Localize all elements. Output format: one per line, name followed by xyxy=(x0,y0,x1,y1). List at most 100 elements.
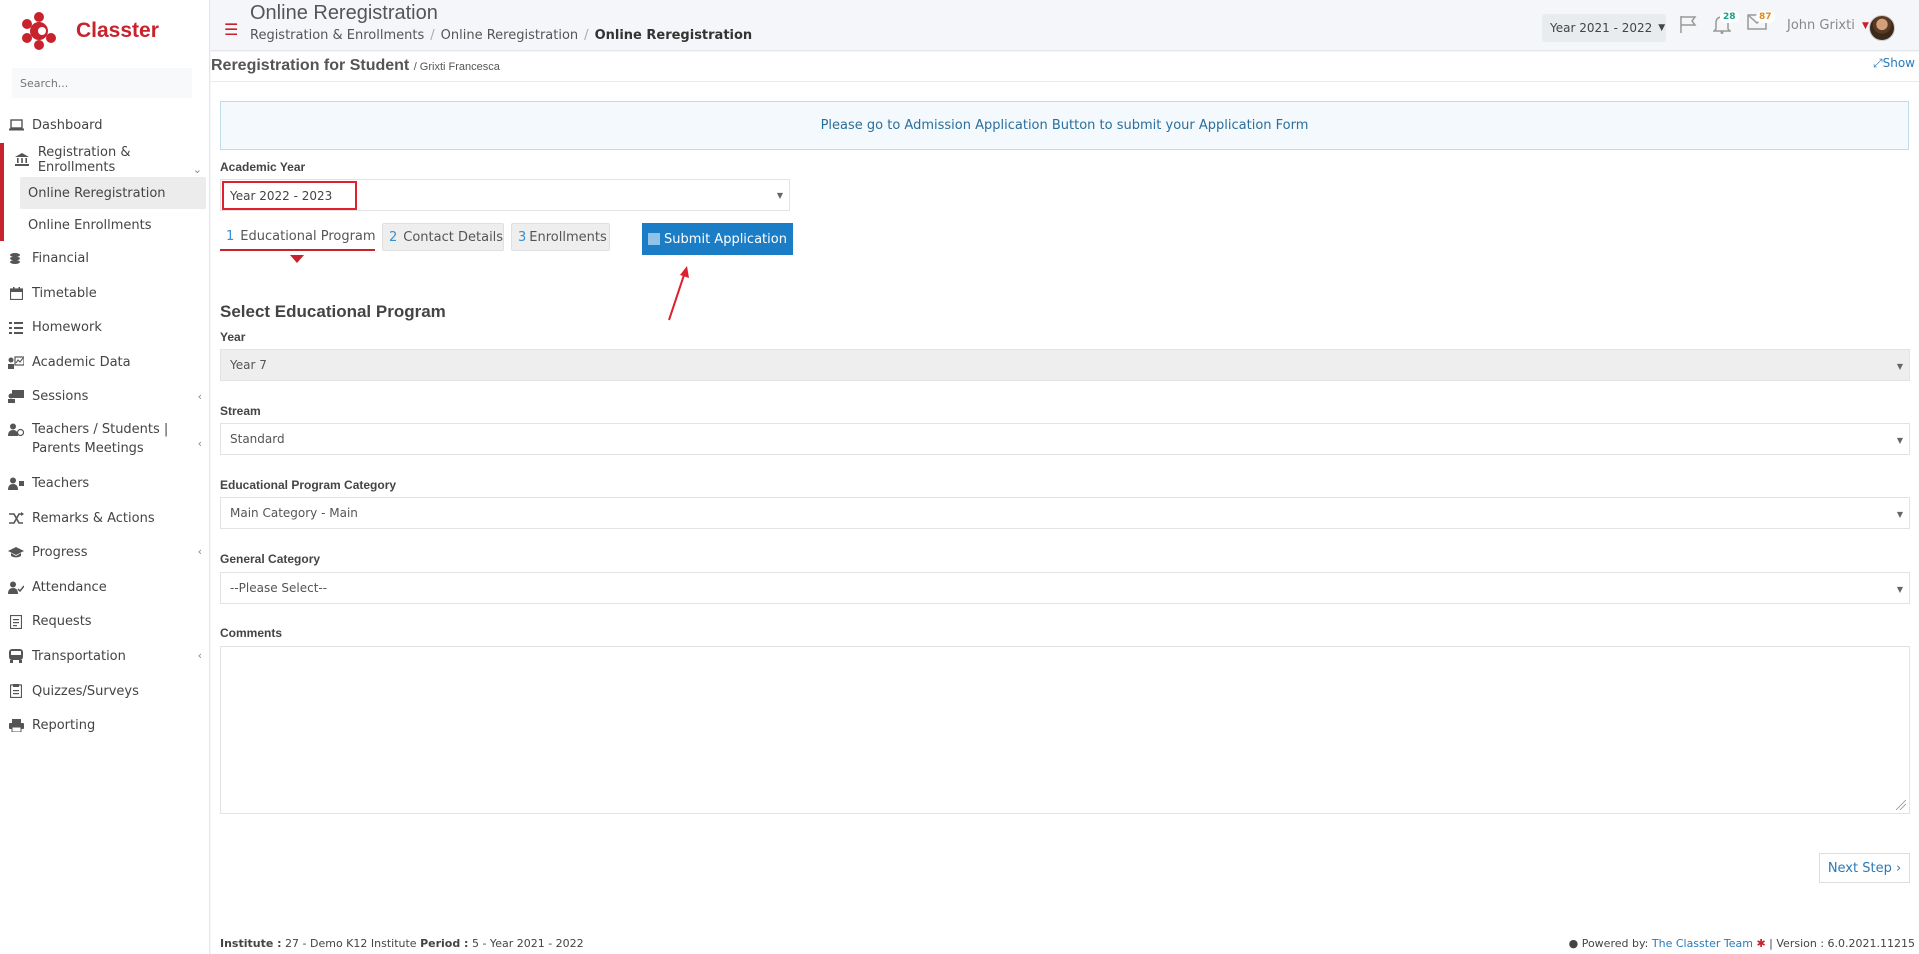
sidebar-item-label: Transportation xyxy=(32,648,126,664)
caret-down-icon: ▼ xyxy=(1896,436,1903,445)
caret-down-icon: ▼ xyxy=(776,191,783,200)
sidebar-item-online-reregistration[interactable]: Online Reregistration xyxy=(20,177,206,210)
sidebar-item-teachers[interactable]: Teachers xyxy=(0,466,210,501)
sidebar-item-academic-data[interactable]: Academic Data xyxy=(0,345,210,380)
academic-year-value: Year 2022 - 2023 xyxy=(222,181,357,210)
chevron-right-icon: › xyxy=(1895,860,1902,876)
sidebar-item-financial[interactable]: Financial xyxy=(0,241,210,276)
sidebar-item-registration[interactable]: Registration & Enrollments ⌄ xyxy=(4,143,210,178)
sidebar-item-label: Requests xyxy=(32,614,92,630)
sidebar-item-label: Timetable xyxy=(32,285,97,301)
sidebar-item-label: Quizzes/Surveys xyxy=(32,683,139,699)
stream-select[interactable]: Standard ▼ xyxy=(220,423,1910,455)
general-category-select[interactable]: --Please Select-- ▼ xyxy=(220,572,1910,604)
printer-icon xyxy=(8,719,24,733)
info-alert: Please go to Admission Application Butto… xyxy=(220,101,1909,150)
sidebar-item-quizzes[interactable]: Quizzes/Surveys xyxy=(0,674,210,709)
next-step-button[interactable]: Next Step › xyxy=(1819,853,1910,883)
breadcrumb: Registration & Enrollments / Online Reregi… xyxy=(250,28,752,43)
stream-value: Standard xyxy=(230,432,285,446)
document-icon xyxy=(8,614,24,629)
period-label: Period : xyxy=(420,937,469,950)
tab-enrollments[interactable]: 3 Enrollments xyxy=(511,223,610,251)
clipboard-icon xyxy=(8,684,24,699)
section-title: Select Educational Program xyxy=(220,302,446,321)
search-input[interactable] xyxy=(12,68,192,98)
hamburger-menu-icon[interactable]: ☰ xyxy=(224,20,238,39)
messages-badge: 87 xyxy=(1756,11,1775,23)
breadcrumb-separator: / xyxy=(584,28,589,43)
user-name[interactable]: John Grixti xyxy=(1787,18,1855,33)
sidebar-item-attendance[interactable]: Attendance xyxy=(0,570,210,605)
flag-icon[interactable] xyxy=(1678,14,1698,39)
next-step-label: Next Step xyxy=(1827,860,1892,876)
category-value: Main Category - Main xyxy=(230,506,358,520)
tab-educational-program[interactable]: 1 Educational Program xyxy=(220,223,376,251)
show-label: Show xyxy=(1882,56,1915,70)
breadcrumb-current: Online Reregistration xyxy=(594,28,753,43)
chevron-left-icon: ‹ xyxy=(197,545,202,559)
shuffle-icon xyxy=(8,511,24,525)
sidebar-item-progress[interactable]: Progress ‹ xyxy=(0,535,210,570)
subheader-title: Reregistration for Student / Grixti Fran… xyxy=(211,57,500,75)
chevron-left-icon: ‹ xyxy=(197,649,202,663)
sidebar-item-requests[interactable]: Requests xyxy=(0,605,210,640)
sidebar-item-online-enrollments[interactable]: Online Enrollments xyxy=(20,209,206,241)
caret-down-icon: ▼ xyxy=(1896,362,1903,371)
notifications-badge: 28 xyxy=(1720,11,1739,23)
sidebar-item-label: Online Enrollments xyxy=(28,217,152,233)
institution-icon xyxy=(14,153,30,167)
caret-down-icon[interactable]: ▼ xyxy=(1862,21,1869,31)
classter-small-icon: ● xyxy=(1568,937,1579,950)
graduation-cap-icon xyxy=(8,546,24,560)
sidebar-item-homework[interactable]: Homework xyxy=(0,310,210,345)
chevron-down-icon: ⌄ xyxy=(192,162,202,176)
version-text: | Version : 6.0.2021.11215 xyxy=(1769,937,1915,950)
subheader: Reregistration for Student / Grixti Fran… xyxy=(211,52,1919,82)
year-period-select[interactable]: Year 2021 - 2022 ▼ xyxy=(1542,14,1666,42)
comments-textarea[interactable] xyxy=(220,646,1910,814)
sidebar-item-meetings[interactable]: Teachers / Students | Parents Meetings ‹ xyxy=(0,414,210,466)
academic-year-select[interactable]: Year 2022 - 2023 ▼ xyxy=(220,179,790,211)
breadcrumb-item[interactable]: Online Reregistration xyxy=(441,28,579,43)
year-label: Year xyxy=(220,330,246,344)
sidebar-item-label: Academic Data xyxy=(32,354,131,370)
sidebar-item-label: Online Reregistration xyxy=(28,185,166,201)
calendar-icon xyxy=(8,286,24,300)
list-icon xyxy=(8,321,24,335)
submit-application-button[interactable]: Submit Application xyxy=(642,223,793,255)
resize-grip-icon[interactable] xyxy=(1896,800,1906,810)
category-label: Educational Program Category xyxy=(220,478,397,492)
chart-icon xyxy=(8,355,24,369)
show-link[interactable]: ⤢Show xyxy=(1873,56,1915,71)
year-select: Year 7 ▼ xyxy=(220,349,1910,381)
sidebar-group-registration: Registration & Enrollments ⌄ Online Rere… xyxy=(0,142,210,242)
period-value: 5 - Year 2021 - 2022 xyxy=(471,937,584,950)
logo[interactable]: Classter xyxy=(18,10,159,52)
sidebar-item-dashboard[interactable]: Dashboard xyxy=(0,108,210,143)
avatar[interactable] xyxy=(1869,15,1895,41)
sidebar-item-label: Homework xyxy=(32,320,102,336)
stream-label: Stream xyxy=(220,404,261,418)
sidebar-item-label: Attendance xyxy=(32,579,107,595)
breadcrumb-item[interactable]: Registration & Enrollments xyxy=(250,28,424,43)
institute-label: Institute : xyxy=(220,937,282,950)
laptop-icon xyxy=(8,118,24,132)
powered-link[interactable]: The Classter Team xyxy=(1652,937,1753,950)
sidebar-item-transportation[interactable]: Transportation ‹ xyxy=(0,639,210,674)
footer-powered: ● Powered by: The Classter Team ✱ | Vers… xyxy=(1569,937,1915,950)
topbar: ☰ Online Reregistration Registration & E… xyxy=(211,0,1919,51)
sidebar-item-sessions[interactable]: Sessions ‹ xyxy=(0,380,210,415)
tab-contact-details[interactable]: 2 Contact Details xyxy=(382,223,504,251)
sidebar-item-label: Dashboard xyxy=(32,117,103,133)
caret-down-icon: ▼ xyxy=(1658,23,1666,33)
general-category-value: --Please Select-- xyxy=(230,581,328,595)
tab-number: 1 xyxy=(226,228,235,244)
year-period-value: Year 2021 - 2022 xyxy=(1550,21,1653,35)
sidebar-item-timetable[interactable]: Timetable xyxy=(0,276,210,311)
sidebar-item-remarks[interactable]: Remarks & Actions xyxy=(0,501,210,536)
category-select[interactable]: Main Category - Main ▼ xyxy=(220,497,1910,529)
sidebar-item-label: Remarks & Actions xyxy=(32,510,155,526)
comments-label: Comments xyxy=(220,626,283,640)
sidebar-item-reporting[interactable]: Reporting xyxy=(0,708,210,743)
